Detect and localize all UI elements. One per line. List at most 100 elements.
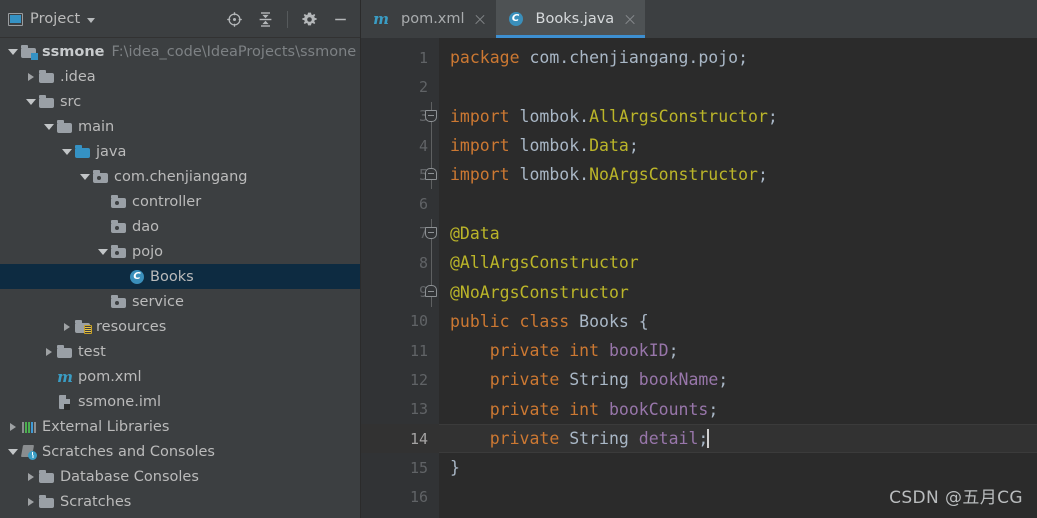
chevron-down-icon[interactable]	[78, 170, 91, 183]
tree-row-external-libraries[interactable]: External Libraries	[0, 414, 360, 439]
code-token: ;	[757, 165, 768, 185]
collapse-all-icon[interactable]	[256, 10, 275, 29]
project-panel-title-group[interactable]: Project	[8, 11, 96, 27]
tree-row-java[interactable]: java	[0, 139, 360, 164]
code-token: private	[489, 370, 570, 390]
code-line[interactable]: private int bookCounts;	[439, 395, 1037, 424]
code-line[interactable]: @NoArgsConstructor	[439, 277, 1037, 306]
code-line[interactable]	[439, 189, 1037, 218]
tree-row-ssmone[interactable]: ssmone F:\idea_code\IdeaProjects\ssmone	[0, 39, 360, 64]
text-caret	[707, 429, 709, 448]
code-line[interactable]: @AllArgsConstructor	[439, 248, 1037, 277]
tree-row-controller[interactable]: controller	[0, 189, 360, 214]
maven-file-icon: m	[57, 367, 73, 386]
tree-row-resources[interactable]: resources	[0, 314, 360, 339]
fold-region-end-icon[interactable]	[424, 168, 437, 181]
code-line[interactable]: private String detail;	[439, 423, 1037, 454]
code-token: private	[489, 429, 570, 448]
code-line[interactable]: import lombok. AllArgsConstructor;	[439, 102, 1037, 131]
code-token: ;	[708, 399, 719, 419]
chevron-right-icon[interactable]	[60, 320, 73, 333]
tree-row-pom-xml[interactable]: m pom.xml	[0, 364, 360, 389]
tree-row-database-consoles[interactable]: Database Consoles	[0, 464, 360, 489]
chevron-down-icon[interactable]	[60, 145, 73, 158]
tree-row-label: pojo	[132, 243, 163, 260]
code-line[interactable]: public class Books {	[439, 307, 1037, 336]
fold-cell	[423, 424, 439, 453]
fold-region-end-icon[interactable]	[424, 285, 437, 298]
code-line[interactable]: package com.chenjiangang.pojo;	[439, 43, 1037, 72]
code-line[interactable]	[439, 482, 1037, 511]
tree-row-label: ssmone	[42, 43, 105, 60]
fold-cell	[423, 365, 439, 394]
code-editor[interactable]: 1 2 3 4 5 6 7 8 9 10 11 12 13 14 15 16 package com.chen…	[361, 38, 1037, 518]
editor-tab-books-java[interactable]: C Books.java	[495, 0, 646, 38]
chevron-right-icon[interactable]	[42, 345, 55, 358]
fold-collapse-icon[interactable]	[424, 226, 437, 239]
gear-icon[interactable]	[300, 10, 319, 29]
scratches-icon	[21, 444, 37, 460]
tree-row-scratches[interactable]: Scratches	[0, 489, 360, 514]
folder-icon	[39, 69, 55, 85]
code-line[interactable]: }	[439, 453, 1037, 482]
chevron-down-icon[interactable]	[96, 245, 109, 258]
code-token: Data	[589, 136, 629, 156]
tree-row-com-chenjiangang[interactable]: com.chenjiangang	[0, 164, 360, 189]
tree-row-src[interactable]: src	[0, 89, 360, 114]
code-token: import	[450, 165, 520, 185]
tree-row-books[interactable]: C Books	[0, 264, 360, 289]
external-libraries-icon	[21, 419, 37, 435]
project-tree[interactable]: ssmone F:\idea_code\IdeaProjects\ssmone .i…	[0, 38, 360, 518]
code-token: bookName	[638, 370, 719, 390]
chevron-right-icon[interactable]	[24, 495, 37, 508]
panel-title: Project	[30, 11, 81, 27]
tree-row-label: Scratches	[60, 493, 132, 510]
tree-row-scratches-and-consoles[interactable]: Scratches and Consoles	[0, 439, 360, 464]
tree-row-label: service	[132, 293, 184, 310]
code-token: @AllArgsConstructor	[450, 253, 639, 273]
fold-collapse-icon[interactable]	[424, 109, 437, 122]
maven-file-icon: m	[373, 10, 389, 28]
code-line[interactable]	[439, 72, 1037, 101]
locate-icon[interactable]	[225, 10, 244, 29]
tree-row-service[interactable]: service	[0, 289, 360, 314]
code-line[interactable]: @Data	[439, 219, 1037, 248]
code-text-area[interactable]: package com.chenjiangang.pojo; import lom…	[439, 38, 1037, 518]
code-line[interactable]: private int bookID;	[439, 336, 1037, 365]
tree-row-label: com.chenjiangang	[114, 168, 248, 185]
code-line[interactable]: import lombok. NoArgsConstructor;	[439, 160, 1037, 189]
folder-icon	[57, 119, 73, 135]
code-token: @NoArgsConstructor	[450, 282, 629, 302]
code-line[interactable]: private String bookName;	[439, 365, 1037, 394]
code-token: class	[519, 311, 580, 331]
chevron-right-icon[interactable]	[24, 70, 37, 83]
tree-row-main[interactable]: main	[0, 114, 360, 139]
tree-row-label: test	[78, 343, 106, 360]
chevron-down-icon[interactable]	[6, 445, 19, 458]
close-icon[interactable]	[623, 13, 636, 26]
code-token: NoArgsConstructor	[589, 165, 758, 185]
idea-window: Project ssmone F:\idea_code\IdeaProjects…	[0, 0, 1037, 518]
fold-cell	[423, 453, 439, 482]
close-icon[interactable]	[474, 13, 487, 26]
code-line[interactable]: import lombok. Data;	[439, 131, 1037, 160]
fold-marker-column[interactable]	[423, 43, 439, 512]
fold-region-line	[430, 248, 432, 278]
line-number-gutter[interactable]: 1 2 3 4 5 6 7 8 9 10 11 12 13 14 15 16	[361, 38, 439, 518]
tree-row-ssmone-iml[interactable]: ssmone.iml	[0, 389, 360, 414]
tree-row-pojo[interactable]: pojo	[0, 239, 360, 264]
chevron-down-icon[interactable]	[42, 120, 55, 133]
tree-row-dao[interactable]: dao	[0, 214, 360, 239]
editor-tab-pom-xml[interactable]: m pom.xml	[361, 0, 496, 38]
chevron-down-icon[interactable]	[6, 45, 19, 58]
tree-row--idea[interactable]: .idea	[0, 64, 360, 89]
code-token: lombok.	[519, 165, 590, 185]
chevron-right-icon[interactable]	[24, 470, 37, 483]
tree-row-label: java	[96, 143, 127, 160]
chevron-right-icon[interactable]	[6, 420, 19, 433]
chevron-down-icon[interactable]	[24, 95, 37, 108]
minimize-icon[interactable]	[331, 10, 350, 29]
chevron-down-icon[interactable]	[87, 17, 96, 23]
tree-row-test[interactable]: test	[0, 339, 360, 364]
